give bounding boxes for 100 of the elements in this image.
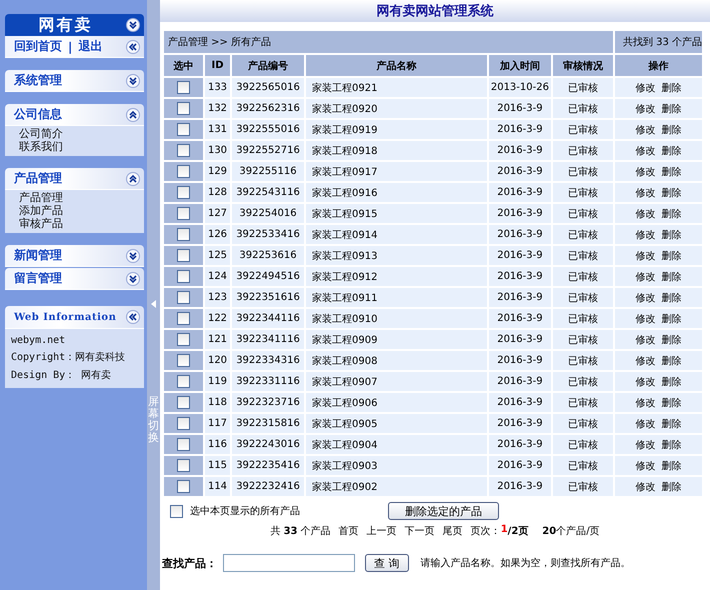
action-link[interactable]: 修改 xyxy=(635,458,656,472)
checkbox[interactable] xyxy=(177,102,190,115)
expand-icon[interactable] xyxy=(126,248,140,262)
checkbox[interactable] xyxy=(177,144,190,157)
action-link[interactable]: 修改 xyxy=(635,312,656,326)
page-link[interactable]: 上一页 xyxy=(366,524,397,538)
table-cell: 2016-3-9 xyxy=(488,330,551,349)
action-link[interactable]: 修改 xyxy=(635,332,656,346)
table-cell: 2016-3-9 xyxy=(488,162,551,181)
action-link[interactable]: 删除 xyxy=(661,80,682,94)
action-link[interactable]: 修改 xyxy=(635,416,656,430)
action-link[interactable]: 修改 xyxy=(635,80,656,94)
collapse-icon[interactable] xyxy=(126,310,140,324)
action-link[interactable]: 删除 xyxy=(661,248,682,262)
checkbox[interactable] xyxy=(177,81,190,94)
expand-icon[interactable] xyxy=(126,18,140,32)
checkbox[interactable] xyxy=(177,438,190,451)
action-link[interactable]: 删除 xyxy=(661,270,682,284)
action-link[interactable]: 修改 xyxy=(635,290,656,304)
checkbox[interactable] xyxy=(177,186,190,199)
checkbox[interactable] xyxy=(177,291,190,304)
action-link[interactable]: 删除 xyxy=(661,416,682,430)
checkbox[interactable] xyxy=(177,417,190,430)
column-header: 选中 xyxy=(164,55,203,76)
nav-link[interactable]: 回到首页 xyxy=(14,38,62,55)
action-link[interactable]: 修改 xyxy=(635,144,656,158)
action-link[interactable]: 删除 xyxy=(661,122,682,136)
action-link[interactable]: 修改 xyxy=(635,354,656,368)
search-button[interactable]: 查 询 xyxy=(365,554,408,572)
page-link[interactable]: 尾页 xyxy=(442,524,463,538)
action-link[interactable]: 删除 xyxy=(661,312,682,326)
collapse-icon[interactable] xyxy=(126,108,140,122)
action-link[interactable]: 删除 xyxy=(661,290,682,304)
search-label: 查找产品： xyxy=(162,556,217,570)
action-link[interactable]: 修改 xyxy=(635,248,656,262)
checkbox[interactable] xyxy=(177,480,190,493)
action-link[interactable]: 删除 xyxy=(661,354,682,368)
table-cell: 家装工程0915 xyxy=(306,204,487,223)
checkbox[interactable] xyxy=(170,504,183,518)
checkbox[interactable] xyxy=(177,354,190,367)
action-link[interactable]: 修改 xyxy=(635,186,656,200)
action-link[interactable]: 删除 xyxy=(661,396,682,410)
action-link[interactable]: 修改 xyxy=(635,102,656,116)
nav-link[interactable]: 退出 xyxy=(78,38,102,55)
action-link[interactable]: 删除 xyxy=(661,164,682,178)
checkbox[interactable] xyxy=(177,459,190,472)
collapse-icon[interactable] xyxy=(126,172,140,186)
action-link[interactable]: 删除 xyxy=(661,332,682,346)
table-cell: 2016-3-9 xyxy=(488,309,551,328)
table-cell: 已审核 xyxy=(552,372,613,391)
checkbox[interactable] xyxy=(177,312,190,325)
action-link[interactable]: 删除 xyxy=(661,206,682,220)
result-count: 共找到 33 个产品 xyxy=(614,31,702,53)
action-link[interactable]: 修改 xyxy=(635,480,656,494)
table-cell: 2016-3-9 xyxy=(488,267,551,286)
menu-item[interactable]: 审核产品 xyxy=(19,217,144,230)
page-link[interactable]: 首页 xyxy=(338,524,359,538)
action-link[interactable]: 删除 xyxy=(661,144,682,158)
checkbox[interactable] xyxy=(177,270,190,283)
action-link[interactable]: 修改 xyxy=(635,122,656,136)
action-link[interactable]: 修改 xyxy=(635,228,656,242)
collapse-icon[interactable] xyxy=(126,40,140,54)
menu-item[interactable]: 联系我们 xyxy=(19,140,144,153)
checkbox[interactable] xyxy=(177,165,190,178)
checkbox[interactable] xyxy=(177,375,190,388)
table-cell: 已审核 xyxy=(552,414,613,433)
table-cell: 家装工程0905 xyxy=(306,414,487,433)
search-field[interactable] xyxy=(223,554,355,572)
checkbox[interactable] xyxy=(177,207,190,220)
action-link[interactable]: 删除 xyxy=(661,374,682,388)
action-link[interactable]: 删除 xyxy=(661,186,682,200)
checkbox[interactable] xyxy=(177,249,190,262)
table-cell: 392254016 xyxy=(232,204,304,223)
menu-item[interactable]: 添加产品 xyxy=(19,204,144,217)
menu-item[interactable]: 产品管理 xyxy=(19,191,144,204)
menu-item[interactable]: 公司简介 xyxy=(19,127,144,140)
action-link[interactable]: 修改 xyxy=(635,270,656,284)
action-link[interactable]: 删除 xyxy=(661,102,682,116)
action-link[interactable]: 修改 xyxy=(635,438,656,452)
table-cell: 128 xyxy=(205,183,230,202)
table-cell: 已审核 xyxy=(552,225,613,244)
page-link[interactable]: 下一页 xyxy=(404,524,435,538)
table-cell: 392253616 xyxy=(232,246,304,265)
checkbox[interactable] xyxy=(177,123,190,136)
action-link[interactable]: 修改 xyxy=(635,374,656,388)
action-link[interactable]: 删除 xyxy=(661,228,682,242)
action-link[interactable]: 删除 xyxy=(661,480,682,494)
action-link[interactable]: 修改 xyxy=(635,396,656,410)
expand-icon[interactable] xyxy=(126,74,140,88)
table-cell: 已审核 xyxy=(552,393,613,412)
action-link[interactable]: 修改 xyxy=(635,164,656,178)
expand-icon[interactable] xyxy=(126,272,140,286)
action-link[interactable]: 删除 xyxy=(661,458,682,472)
action-link[interactable]: 修改 xyxy=(635,206,656,220)
action-link[interactable]: 删除 xyxy=(661,438,682,452)
checkbox[interactable] xyxy=(177,396,190,409)
table-cell: 3922243016 xyxy=(232,435,304,454)
checkbox[interactable] xyxy=(177,228,190,241)
checkbox[interactable] xyxy=(177,333,190,346)
delete-button[interactable]: 删除选定的产品 xyxy=(388,502,499,520)
